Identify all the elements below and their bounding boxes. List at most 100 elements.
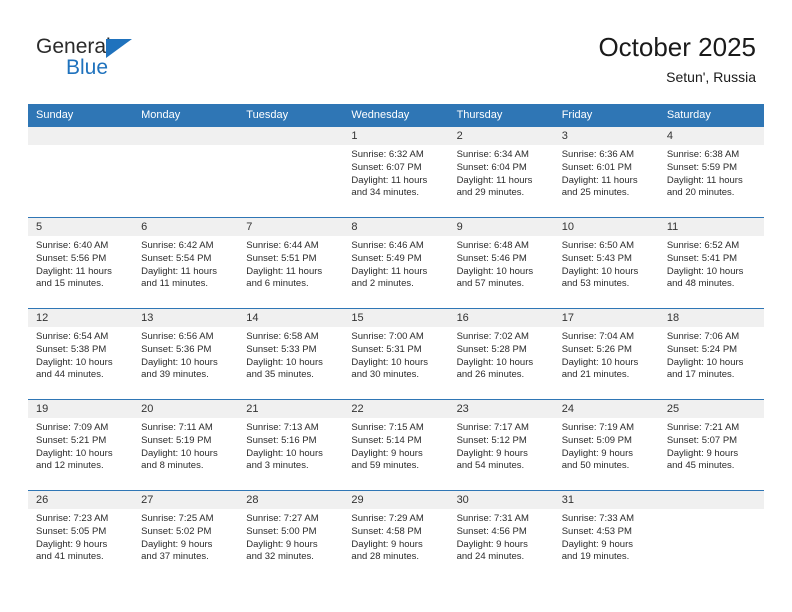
daylight-text-line1: Daylight: 10 hours: [456, 265, 534, 277]
sunrise-text: Sunrise: 6:40 AM: [36, 240, 109, 251]
day-details: Sunrise: 7:13 AM Sunset: 5:16 PM Daylight:…: [238, 418, 343, 473]
daylight-text-line1: Daylight: 10 hours: [246, 447, 323, 459]
calendar-day-cell[interactable]: 6 Sunrise: 6:42 AM Sunset: 5:54 PM Daylight…: [133, 217, 239, 309]
day-details: Sunrise: 7:15 AM Sunset: 5:14 PM Daylight:…: [343, 418, 448, 473]
daylight-text-line1: Daylight: 10 hours: [141, 356, 218, 368]
day-cell-inner: 11 Sunrise: 6:52 AM Sunset: 5:41 PM Dayligh…: [658, 218, 764, 308]
daylight-text-line1: Daylight: 9 hours: [561, 447, 633, 459]
calendar-day-cell[interactable]: 8 Sunrise: 6:46 AM Sunset: 5:49 PM Daylight…: [343, 217, 449, 309]
sunset-text: Sunset: 5:07 PM: [666, 434, 738, 446]
sunrise-text: Sunrise: 7:31 AM: [456, 513, 529, 524]
sunrise-text: Sunrise: 6:44 AM: [246, 240, 319, 251]
calendar-day-cell[interactable]: 15 Sunrise: 7:00 AM Sunset: 5:31 PM Dayligh…: [343, 308, 449, 400]
day-cell-inner: 10 Sunrise: 6:50 AM Sunset: 5:43 PM Dayligh…: [553, 218, 659, 308]
day-number: 22: [343, 400, 449, 418]
day-details: Sunrise: 7:09 AM Sunset: 5:21 PM Daylight:…: [28, 418, 133, 473]
calendar-day-cell-empty: [238, 126, 344, 218]
sunset-text: Sunset: 5:24 PM: [666, 343, 738, 355]
logo-text-general: General: [36, 35, 111, 58]
calendar-day-cell[interactable]: 20 Sunrise: 7:11 AM Sunset: 5:19 PM Dayligh…: [133, 399, 239, 491]
day-cell-inner: 24 Sunrise: 7:19 AM Sunset: 5:09 PM Dayligh…: [553, 400, 659, 490]
sunset-text: Sunset: 5:21 PM: [36, 434, 107, 446]
calendar-day-cell[interactable]: 26 Sunrise: 7:23 AM Sunset: 5:05 PM Dayligh…: [28, 490, 134, 582]
daylight-text-line2: and 34 minutes.: [351, 187, 420, 199]
calendar-day-cell[interactable]: 29 Sunrise: 7:29 AM Sunset: 4:58 PM Dayligh…: [343, 490, 449, 582]
day-details: Sunrise: 6:36 AM Sunset: 6:01 PM Daylight:…: [554, 145, 659, 200]
calendar-day-cell[interactable]: 9 Sunrise: 6:48 AM Sunset: 5:46 PM Daylight…: [448, 217, 554, 309]
calendar-day-cell[interactable]: 12 Sunrise: 6:54 AM Sunset: 5:38 PM Dayligh…: [28, 308, 134, 400]
sunset-text: Sunset: 4:58 PM: [351, 525, 422, 537]
day-number: 12: [28, 309, 134, 327]
daylight-text-line1: Daylight: 9 hours: [351, 447, 423, 459]
calendar-day-cell[interactable]: 2 Sunrise: 6:34 AM Sunset: 6:04 PM Daylight…: [448, 126, 554, 218]
calendar-day-cell[interactable]: 27 Sunrise: 7:25 AM Sunset: 5:02 PM Dayligh…: [133, 490, 239, 582]
sunset-text: Sunset: 5:12 PM: [456, 434, 527, 446]
calendar-day-cell[interactable]: 3 Sunrise: 6:36 AM Sunset: 6:01 PM Daylight…: [553, 126, 659, 218]
day-cell-inner: 29 Sunrise: 7:29 AM Sunset: 4:58 PM Dayligh…: [343, 491, 449, 582]
calendar-day-cell[interactable]: 5 Sunrise: 6:40 AM Sunset: 5:56 PM Daylight…: [28, 217, 134, 309]
day-cell-inner: 9 Sunrise: 6:48 AM Sunset: 5:46 PM Daylight…: [448, 218, 554, 308]
day-number: 9: [448, 218, 554, 236]
calendar-day-cell[interactable]: 11 Sunrise: 6:52 AM Sunset: 5:41 PM Dayligh…: [658, 217, 764, 309]
daylight-text-line1: Daylight: 10 hours: [246, 356, 323, 368]
calendar-day-cell[interactable]: 24 Sunrise: 7:19 AM Sunset: 5:09 PM Dayligh…: [553, 399, 659, 491]
calendar-week-row: 19 Sunrise: 7:09 AM Sunset: 5:21 PM Dayligh…: [28, 399, 764, 491]
day-details: Sunrise: 7:31 AM Sunset: 4:56 PM Daylight:…: [449, 509, 554, 564]
calendar-day-cell[interactable]: 30 Sunrise: 7:31 AM Sunset: 4:56 PM Dayligh…: [448, 490, 554, 582]
sunrise-text: Sunrise: 6:36 AM: [561, 149, 635, 160]
sunset-text: Sunset: 5:46 PM: [456, 252, 527, 264]
calendar-day-cell[interactable]: 23 Sunrise: 7:17 AM Sunset: 5:12 PM Dayligh…: [448, 399, 554, 491]
daylight-text-line1: Daylight: 10 hours: [666, 356, 744, 368]
daylight-text-line2: and 35 minutes.: [246, 369, 314, 381]
calendar-day-cell[interactable]: 28 Sunrise: 7:27 AM Sunset: 5:00 PM Dayligh…: [238, 490, 344, 582]
day-number: 30: [448, 491, 554, 509]
sunrise-text: Sunrise: 6:48 AM: [456, 240, 529, 251]
day-details: Sunrise: 6:38 AM Sunset: 5:59 PM Daylight:…: [659, 145, 764, 200]
daylight-text-line1: Daylight: 10 hours: [36, 356, 113, 368]
calendar-day-cell[interactable]: 1 Sunrise: 6:32 AM Sunset: 6:07 PM Daylight…: [343, 126, 449, 218]
calendar-day-cell[interactable]: 31 Sunrise: 7:33 AM Sunset: 4:53 PM Dayligh…: [553, 490, 659, 582]
calendar-day-cell[interactable]: 10 Sunrise: 6:50 AM Sunset: 5:43 PM Dayligh…: [553, 217, 659, 309]
daylight-text-line2: and 26 minutes.: [456, 369, 525, 381]
day-number: 8: [343, 218, 449, 236]
day-number: 24: [553, 400, 659, 418]
calendar-day-cell[interactable]: 25 Sunrise: 7:21 AM Sunset: 5:07 PM Dayligh…: [658, 399, 764, 491]
calendar-day-cell[interactable]: 7 Sunrise: 6:44 AM Sunset: 5:51 PM Daylight…: [238, 217, 344, 309]
calendar-day-cell[interactable]: 16 Sunrise: 7:02 AM Sunset: 5:28 PM Dayligh…: [448, 308, 554, 400]
day-number: 27: [133, 491, 239, 509]
daylight-text-line2: and 19 minutes.: [561, 551, 630, 563]
day-cell-inner: 13 Sunrise: 6:56 AM Sunset: 5:36 PM Dayligh…: [133, 309, 239, 399]
calendar-week-row: 12 Sunrise: 6:54 AM Sunset: 5:38 PM Dayligh…: [28, 308, 764, 400]
calendar-day-cell[interactable]: 14 Sunrise: 6:58 AM Sunset: 5:33 PM Dayligh…: [238, 308, 344, 400]
weekday-header-tuesday: Tuesday: [238, 104, 344, 127]
calendar-day-cell[interactable]: 21 Sunrise: 7:13 AM Sunset: 5:16 PM Dayligh…: [238, 399, 344, 491]
daylight-text-line1: Daylight: 10 hours: [561, 265, 639, 277]
sunset-text: Sunset: 5:28 PM: [456, 343, 527, 355]
calendar-day-cell[interactable]: 17 Sunrise: 7:04 AM Sunset: 5:26 PM Dayligh…: [553, 308, 659, 400]
daylight-text-line2: and 53 minutes.: [561, 278, 630, 290]
daylight-text-line1: Daylight: 11 hours: [351, 174, 428, 186]
daylight-text-line1: Daylight: 11 hours: [666, 174, 743, 186]
sunset-text: Sunset: 6:04 PM: [456, 161, 527, 173]
sunrise-text: Sunrise: 6:56 AM: [141, 331, 214, 342]
calendar-day-cell[interactable]: 19 Sunrise: 7:09 AM Sunset: 5:21 PM Dayligh…: [28, 399, 134, 491]
day-number: 16: [448, 309, 554, 327]
calendar-day-cell[interactable]: 13 Sunrise: 6:56 AM Sunset: 5:36 PM Dayligh…: [133, 308, 239, 400]
daylight-text-line2: and 30 minutes.: [351, 369, 420, 381]
day-number: 14: [238, 309, 344, 327]
day-cell-inner: 8 Sunrise: 6:46 AM Sunset: 5:49 PM Daylight…: [343, 218, 449, 308]
daylight-text-line2: and 12 minutes.: [36, 460, 104, 472]
daylight-text-line2: and 29 minutes.: [456, 187, 525, 199]
calendar-day-cell[interactable]: 18 Sunrise: 7:06 AM Sunset: 5:24 PM Dayligh…: [658, 308, 764, 400]
sunrise-text: Sunrise: 7:11 AM: [141, 422, 213, 433]
general-blue-logo[interactable]: General Blue: [36, 36, 216, 86]
sunrise-text: Sunrise: 6:52 AM: [666, 240, 740, 251]
day-details: Sunrise: 7:21 AM Sunset: 5:07 PM Daylight:…: [659, 418, 764, 473]
daylight-text-line2: and 44 minutes.: [36, 369, 104, 381]
day-details: Sunrise: 7:25 AM Sunset: 5:02 PM Daylight:…: [133, 509, 238, 564]
calendar-day-cell[interactable]: 4 Sunrise: 6:38 AM Sunset: 5:59 PM Daylight…: [658, 126, 764, 218]
calendar-page: General Blue October 2025 Setun', Russia…: [0, 0, 792, 612]
day-details: Sunrise: 7:27 AM Sunset: 5:00 PM Daylight:…: [238, 509, 343, 564]
calendar-day-cell[interactable]: 22 Sunrise: 7:15 AM Sunset: 5:14 PM Dayligh…: [343, 399, 449, 491]
sunrise-text: Sunrise: 7:06 AM: [666, 331, 740, 342]
